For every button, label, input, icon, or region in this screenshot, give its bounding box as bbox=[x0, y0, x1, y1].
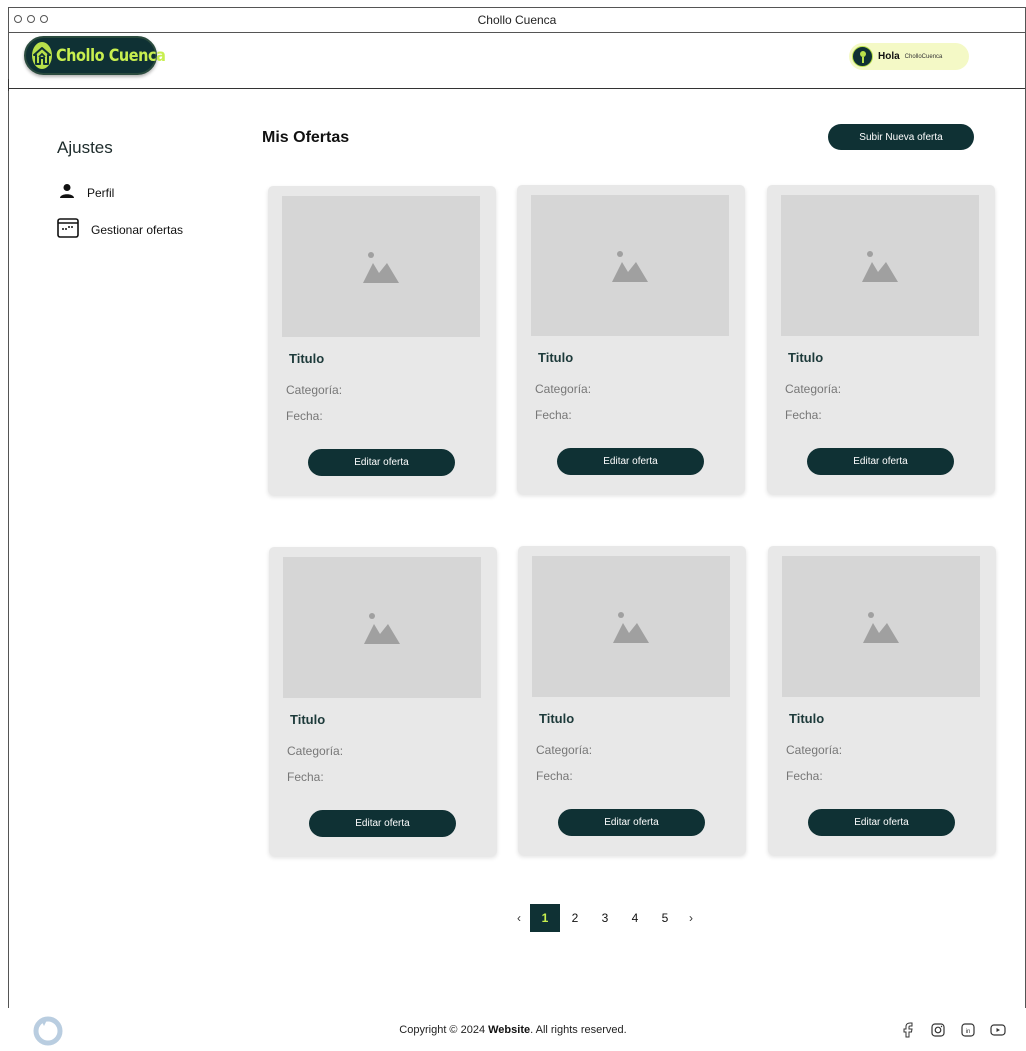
image-icon bbox=[863, 611, 899, 643]
edit-offer-button[interactable]: Editar oferta bbox=[309, 810, 456, 837]
card-title: Titulo bbox=[290, 712, 326, 727]
card-date: Fecha: bbox=[536, 769, 573, 783]
sidebar-item-label: Perfil bbox=[87, 185, 115, 200]
card-date: Fecha: bbox=[287, 770, 324, 784]
sidebar-item-gestionar-ofertas[interactable]: Gestionar ofertas bbox=[57, 218, 183, 241]
instagram-icon[interactable] bbox=[930, 1022, 946, 1038]
greeting-text: Hola bbox=[878, 51, 900, 62]
upload-offer-button[interactable]: Subir Nueva oferta bbox=[828, 124, 974, 150]
youtube-icon[interactable] bbox=[990, 1022, 1006, 1038]
image-icon bbox=[363, 251, 399, 283]
pagination: ‹ 1 2 3 4 5 › bbox=[508, 904, 702, 932]
card-date: Fecha: bbox=[786, 769, 823, 783]
site-header: Chollo Cuenca Hola CholloCuenca bbox=[8, 33, 1025, 91]
avatar bbox=[852, 46, 873, 67]
card-title: Titulo bbox=[789, 711, 825, 726]
card-category: Categoría: bbox=[536, 743, 593, 757]
copyright-brand: Website bbox=[488, 1024, 531, 1036]
user-menu[interactable]: Hola CholloCuenca bbox=[849, 43, 969, 70]
card-date: Fecha: bbox=[785, 408, 822, 422]
image-placeholder bbox=[283, 557, 481, 698]
card-category: Categoría: bbox=[286, 383, 343, 397]
edit-offer-button[interactable]: Editar oferta bbox=[558, 809, 705, 836]
card-title: Titulo bbox=[539, 711, 575, 726]
prev-page-chevron-icon[interactable]: ‹ bbox=[508, 904, 530, 932]
social-links: in bbox=[900, 1022, 1006, 1038]
browser-window: Chollo Cuenca Chollo Cuenca Hola CholloC… bbox=[8, 7, 1026, 1008]
window-titlebar: Chollo Cuenca bbox=[9, 8, 1025, 33]
page-2[interactable]: 2 bbox=[560, 904, 590, 932]
card-category: Categoría: bbox=[785, 382, 842, 396]
page-title: Mis Ofertas bbox=[262, 129, 350, 146]
edit-offer-button[interactable]: Editar oferta bbox=[557, 448, 704, 475]
edit-offer-button[interactable]: Editar oferta bbox=[308, 449, 455, 476]
calendar-icon bbox=[57, 218, 79, 241]
image-icon bbox=[612, 250, 648, 282]
card-category: Categoría: bbox=[535, 382, 592, 396]
card-category: Categoría: bbox=[287, 744, 344, 758]
offer-card: Titulo Categoría: Fecha: Editar oferta bbox=[268, 186, 496, 495]
username-text: CholloCuenca bbox=[904, 53, 943, 60]
card-title: Titulo bbox=[788, 350, 824, 365]
sidebar-title: Ajustes bbox=[57, 138, 113, 157]
image-placeholder bbox=[531, 195, 729, 336]
logo-text: Chollo Cuenca bbox=[56, 45, 166, 66]
site-footer: Copyright © 2024 Website. All rights res… bbox=[0, 1008, 1026, 1050]
offer-card: Titulo Categoría: Fecha: Editar oferta bbox=[269, 547, 497, 856]
card-category: Categoría: bbox=[786, 743, 843, 757]
page-4[interactable]: 4 bbox=[620, 904, 650, 932]
page-5[interactable]: 5 bbox=[650, 904, 680, 932]
card-title: Titulo bbox=[289, 351, 325, 366]
image-placeholder bbox=[781, 195, 979, 336]
next-page-chevron-icon[interactable]: › bbox=[680, 904, 702, 932]
edit-offer-button[interactable]: Editar oferta bbox=[807, 448, 954, 475]
card-date: Fecha: bbox=[286, 409, 323, 423]
image-icon bbox=[862, 250, 898, 282]
sidebar-item-perfil[interactable]: Perfil bbox=[59, 183, 114, 202]
image-placeholder bbox=[532, 556, 730, 697]
house-logo-icon bbox=[32, 42, 52, 69]
copyright-text: Copyright © 2024 Website. All rights res… bbox=[399, 1024, 627, 1036]
page-3[interactable]: 3 bbox=[590, 904, 620, 932]
facebook-icon[interactable] bbox=[900, 1022, 916, 1038]
offer-card: Titulo Categoría: Fecha: Editar oferta bbox=[767, 185, 995, 494]
image-icon bbox=[364, 612, 400, 644]
image-placeholder bbox=[782, 556, 980, 697]
offer-card: Titulo Categoría: Fecha: Editar oferta bbox=[768, 546, 996, 855]
card-date: Fecha: bbox=[535, 408, 572, 422]
image-placeholder bbox=[282, 196, 480, 337]
user-icon bbox=[59, 183, 75, 202]
offer-card: Titulo Categoría: Fecha: Editar oferta bbox=[517, 185, 745, 494]
sidebar-item-label: Gestionar ofertas bbox=[91, 222, 184, 237]
linkedin-icon[interactable]: in bbox=[960, 1022, 976, 1038]
page-1[interactable]: 1 bbox=[530, 904, 560, 932]
window-title: Chollo Cuenca bbox=[477, 13, 557, 27]
card-title: Titulo bbox=[538, 350, 574, 365]
svg-text:in: in bbox=[966, 1029, 971, 1035]
image-icon bbox=[613, 611, 649, 643]
site-logo[interactable]: Chollo Cuenca bbox=[24, 36, 166, 75]
edit-offer-button[interactable]: Editar oferta bbox=[808, 809, 955, 836]
offer-card: Titulo Categoría: Fecha: Editar oferta bbox=[518, 546, 746, 855]
